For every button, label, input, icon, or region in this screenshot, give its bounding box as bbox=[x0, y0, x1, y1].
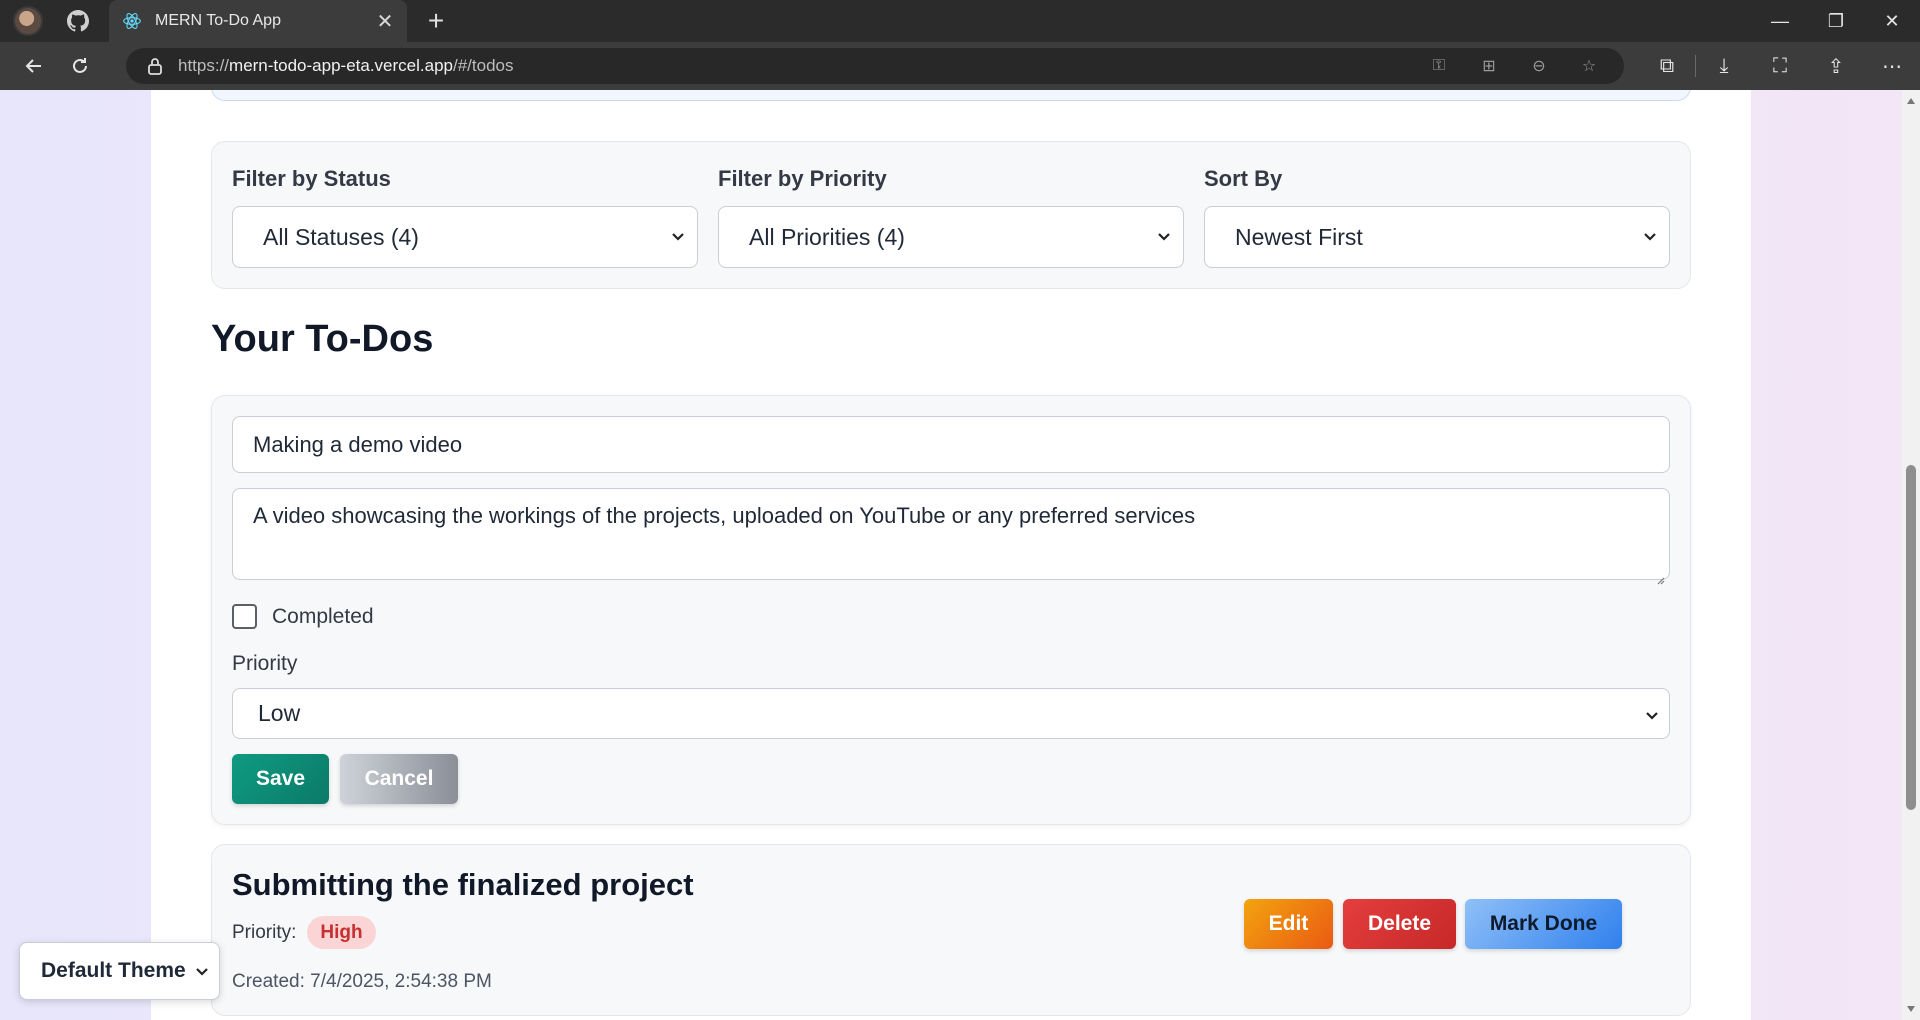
section-title: Your To-Dos bbox=[211, 318, 434, 360]
todo-edit-form: Making a demo video A video showcasing t… bbox=[211, 395, 1691, 825]
title-input[interactable]: Making a demo video bbox=[232, 416, 1670, 473]
minimize-icon[interactable]: — bbox=[1752, 0, 1808, 42]
url-field[interactable]: https://mern-todo-app-eta.vercel.app/#/t… bbox=[126, 48, 1624, 84]
completed-label: Completed bbox=[272, 604, 374, 628]
sort-value: Newest First bbox=[1235, 223, 1363, 250]
react-icon bbox=[121, 10, 143, 32]
todo-priority-label: Priority: bbox=[232, 921, 297, 943]
url-text: https://mern-todo-app-eta.vercel.app/#/t… bbox=[178, 56, 514, 75]
chevron-down-icon bbox=[1641, 228, 1659, 246]
zoom-out-icon[interactable]: ⊖ bbox=[1528, 55, 1550, 77]
cancel-button[interactable]: Cancel bbox=[340, 754, 458, 804]
priority-select-value: Low bbox=[258, 700, 301, 726]
description-textarea[interactable]: A video showcasing the workings of the p… bbox=[232, 488, 1670, 585]
chevron-down-icon bbox=[195, 959, 209, 983]
todo-title: Submitting the finalized project bbox=[232, 867, 694, 902]
download-icon[interactable]: ⤓ bbox=[1696, 42, 1752, 90]
share-icon[interactable]: ⇪ bbox=[1808, 42, 1864, 90]
priority-filter-label: Filter by Priority bbox=[718, 166, 887, 191]
chevron-down-icon bbox=[669, 228, 687, 246]
more-menu-icon[interactable]: ⋯ bbox=[1864, 42, 1920, 90]
todo-priority-row: Priority: High bbox=[232, 916, 376, 949]
mark-done-button[interactable]: Mark Done bbox=[1465, 899, 1622, 949]
main-container: Filter by Status All Statuses (4) Filter… bbox=[151, 90, 1751, 1020]
browser-tab-active[interactable]: MERN To-Do App ✕ bbox=[109, 0, 407, 42]
scroll-up-icon[interactable] bbox=[1906, 96, 1916, 106]
page-viewport: Filter by Status All Statuses (4) Filter… bbox=[0, 90, 1920, 1020]
close-window-icon[interactable]: ✕ bbox=[1864, 0, 1920, 42]
lock-icon[interactable] bbox=[148, 57, 162, 75]
priority-select[interactable]: Low bbox=[232, 688, 1670, 739]
extensions-icon[interactable]: ⧉ bbox=[1639, 42, 1695, 90]
filter-panel: Filter by Status All Statuses (4) Filter… bbox=[211, 141, 1691, 289]
delete-button[interactable]: Delete bbox=[1343, 899, 1456, 949]
theme-select[interactable]: Default Theme bbox=[19, 942, 220, 1000]
priority-field-label: Priority bbox=[232, 652, 298, 675]
new-tab-icon[interactable]: + bbox=[421, 7, 451, 35]
todo-created-date: Created: 7/4/2025, 2:54:38 PM bbox=[232, 971, 492, 992]
browser-tab-bar: MERN To-Do App ✕ + — ❐ ✕ bbox=[0, 0, 1920, 42]
sort-label: Sort By bbox=[1204, 166, 1283, 191]
completed-checkbox-row: Completed bbox=[232, 604, 374, 629]
scroll-down-icon[interactable] bbox=[1906, 1004, 1916, 1014]
info-panel bbox=[211, 90, 1691, 101]
scrollbar-thumb[interactable] bbox=[1906, 465, 1916, 810]
chevron-down-icon bbox=[1645, 700, 1659, 727]
back-icon[interactable] bbox=[17, 49, 51, 83]
priority-filter-value: All Priorities (4) bbox=[749, 223, 905, 250]
favorite-star-icon[interactable]: ☆ bbox=[1578, 55, 1600, 77]
status-filter-value: All Statuses (4) bbox=[263, 223, 419, 250]
address-bar: https://mern-todo-app-eta.vercel.app/#/t… bbox=[0, 42, 1920, 90]
sort-select[interactable]: Newest First bbox=[1204, 206, 1670, 268]
close-tab-icon[interactable]: ✕ bbox=[373, 9, 397, 34]
priority-filter-select[interactable]: All Priorities (4) bbox=[718, 206, 1184, 268]
completed-checkbox[interactable] bbox=[232, 604, 257, 629]
scrollbar[interactable] bbox=[1902, 90, 1920, 1020]
screenshot-icon[interactable]: ⛶ bbox=[1752, 42, 1808, 90]
chevron-down-icon bbox=[1155, 228, 1173, 246]
save-button[interactable]: Save bbox=[232, 754, 329, 804]
status-filter-label: Filter by Status bbox=[232, 166, 391, 191]
github-icon[interactable] bbox=[65, 8, 91, 34]
todo-item: Submitting the finalized project Priorit… bbox=[211, 844, 1691, 1016]
priority-badge: High bbox=[307, 916, 376, 949]
theme-select-value: Default Theme bbox=[41, 959, 186, 982]
tab-title: MERN To-Do App bbox=[155, 12, 281, 29]
edit-button[interactable]: Edit bbox=[1244, 899, 1333, 949]
status-filter-select[interactable]: All Statuses (4) bbox=[232, 206, 698, 268]
description-text: A video showcasing the workings of the p… bbox=[253, 503, 1196, 528]
profile-avatar[interactable] bbox=[13, 6, 43, 36]
resize-handle-icon[interactable] bbox=[1655, 565, 1665, 585]
reload-icon[interactable] bbox=[63, 49, 97, 83]
restore-icon[interactable]: ❐ bbox=[1808, 0, 1864, 42]
key-icon[interactable]: ⚿ bbox=[1428, 55, 1450, 77]
app-grid-icon[interactable]: ⊞ bbox=[1478, 55, 1500, 77]
